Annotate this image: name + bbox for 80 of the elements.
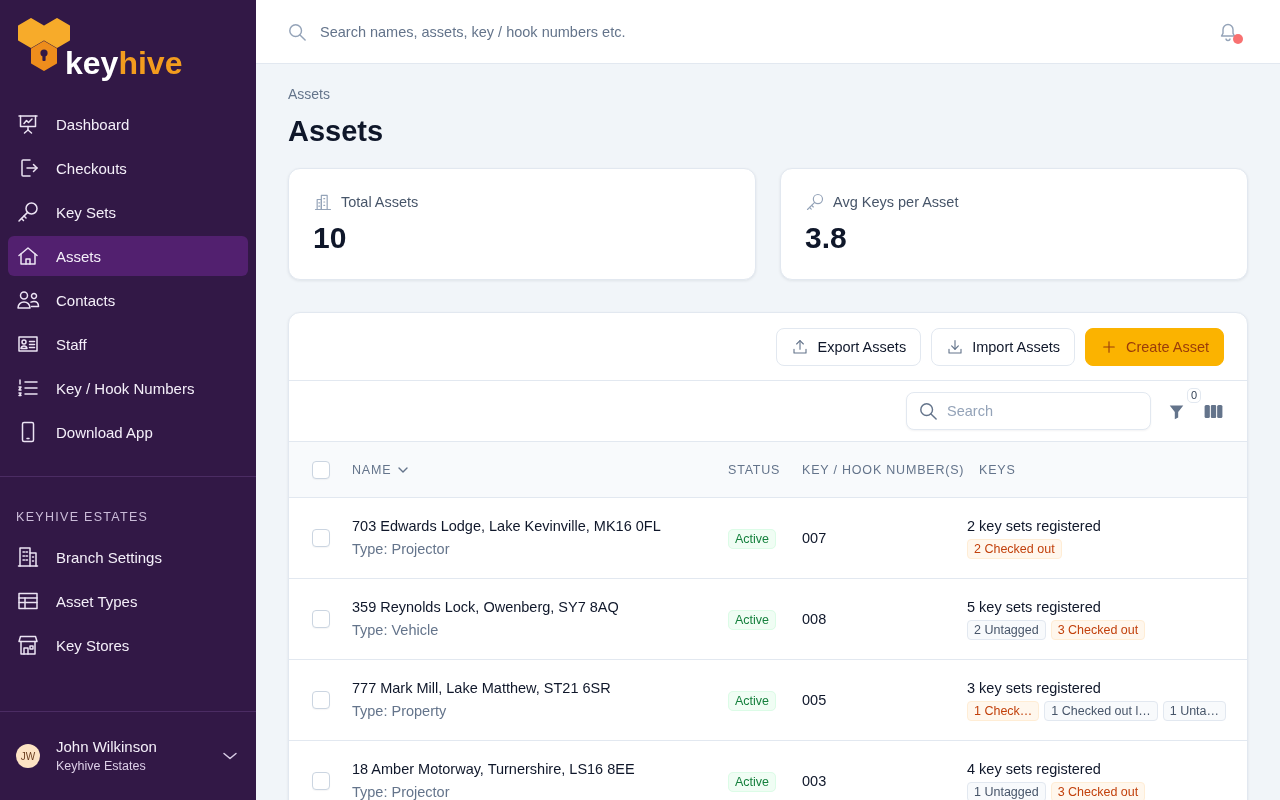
key-status-tag: 1 Check… (967, 701, 1040, 721)
nav-item[interactable]: Key Sets (8, 192, 248, 232)
nav-item[interactable]: Contacts (8, 280, 248, 320)
filter-count-badge: 0 (1187, 387, 1202, 403)
keys-summary: 5 key sets registered (967, 598, 1101, 616)
keys-summary: 3 key sets registered (967, 679, 1101, 697)
asset-type: Type: Projector (352, 541, 450, 558)
stat-label: Avg Keys per Asset (833, 193, 959, 212)
page-title: Assets (288, 114, 385, 149)
download-icon (946, 337, 965, 356)
user-avatar[interactable]: JW (16, 744, 40, 768)
key-status-tag: 1 Checked out l… (1044, 701, 1158, 721)
key-status-tag: 3 Checked out (1050, 782, 1146, 800)
presentation-chart-icon (16, 112, 40, 136)
status-badge: Active (728, 691, 777, 711)
status-badge: Active (728, 529, 777, 549)
key-number: 003 (802, 773, 827, 789)
upload-icon (791, 337, 810, 356)
keys-summary: 4 key sets registered (967, 760, 1101, 778)
house-icon (16, 244, 40, 268)
action-button[interactable]: Create Asset (1085, 327, 1224, 366)
key-number: 005 (802, 692, 827, 708)
asset-type: Type: Property (352, 703, 447, 720)
storefront-icon (16, 633, 40, 657)
column-header[interactable]: NAME (352, 462, 392, 477)
key-status-tag: 2 Untagged (967, 620, 1046, 640)
nav-item[interactable]: Download App (8, 412, 248, 452)
key-status-tag: 1 Untagged (967, 782, 1046, 800)
action-button[interactable]: Export Assets (776, 327, 922, 366)
column-header[interactable]: STATUS (728, 462, 781, 477)
key-status-tag: 3 Checked out (1050, 620, 1146, 640)
checkbox[interactable] (312, 529, 330, 547)
columns-icon (1204, 403, 1223, 419)
asset-name[interactable]: 777 Mark Mill, Lake Matthew, ST21 6SR (352, 680, 611, 697)
nav-item[interactable]: Key / Hook Numbers (8, 368, 248, 408)
checkbox[interactable] (312, 691, 330, 709)
status-badge: Active (728, 772, 777, 792)
stat-value: 10 (313, 220, 347, 256)
action-button[interactable]: Import Assets (931, 327, 1075, 366)
stat-label: Total Assets (341, 193, 419, 212)
status-badge: Active (728, 610, 777, 630)
nav-item[interactable]: Asset Types (8, 581, 248, 621)
nav-item[interactable]: Dashboard (8, 104, 248, 144)
search-field[interactable]: Search names, assets, key / hook numbers etc. (320, 20, 840, 43)
asset-name[interactable]: 18 Amber Motorway, Turnershire, LS16 8EE (352, 761, 635, 778)
columns-button[interactable] (1204, 403, 1223, 419)
key-number: 008 (802, 611, 827, 627)
asset-name[interactable]: 703 Edwards Lodge, Lake Kevinville, MK16 0FL (352, 518, 661, 535)
search-icon (288, 22, 306, 41)
checkbox[interactable] (312, 772, 330, 790)
key-status-tag: 2 Checked out (967, 539, 1062, 559)
checkbox[interactable] (312, 460, 330, 479)
stat-value: 3.8 (805, 220, 847, 256)
key-icon (805, 192, 825, 212)
key-status-tag: 1 Unta… (1162, 701, 1227, 721)
search-field[interactable]: Search (906, 392, 1151, 430)
nav-item[interactable]: Assets (8, 236, 248, 276)
checkbox[interactable] (312, 610, 330, 628)
search-icon (919, 402, 937, 420)
unread-dot-icon (1233, 33, 1243, 44)
breadcrumb-item: Assets (288, 85, 330, 104)
buildings-icon (313, 192, 333, 212)
asset-type: Type: Projector (352, 784, 450, 800)
nav-item[interactable]: Staff (8, 324, 248, 364)
user-name: John Wilkinson (56, 738, 157, 756)
nav-item[interactable]: Branch Settings (8, 537, 248, 577)
key-icon (16, 200, 40, 224)
user-organization: Keyhive Estates (56, 759, 146, 774)
users-icon (16, 288, 40, 312)
nav-item[interactable]: Key Stores (8, 625, 248, 665)
section-heading: KEYHIVE ESTATES (16, 509, 149, 525)
key-number: 007 (802, 530, 827, 546)
asset-name[interactable]: 359 Reynolds Lock, Owenberg, SY7 8AQ (352, 599, 619, 616)
column-header[interactable]: KEY / HOOK NUMBER(S) (802, 462, 965, 477)
keys-summary: 2 key sets registered (967, 517, 1101, 535)
asset-type: Type: Vehicle (352, 622, 439, 639)
logo-wordmark: keyhive (65, 46, 183, 80)
building-icon (16, 545, 40, 569)
column-header[interactable]: KEYS (979, 462, 1016, 477)
nav-item[interactable]: Checkouts (8, 148, 248, 188)
